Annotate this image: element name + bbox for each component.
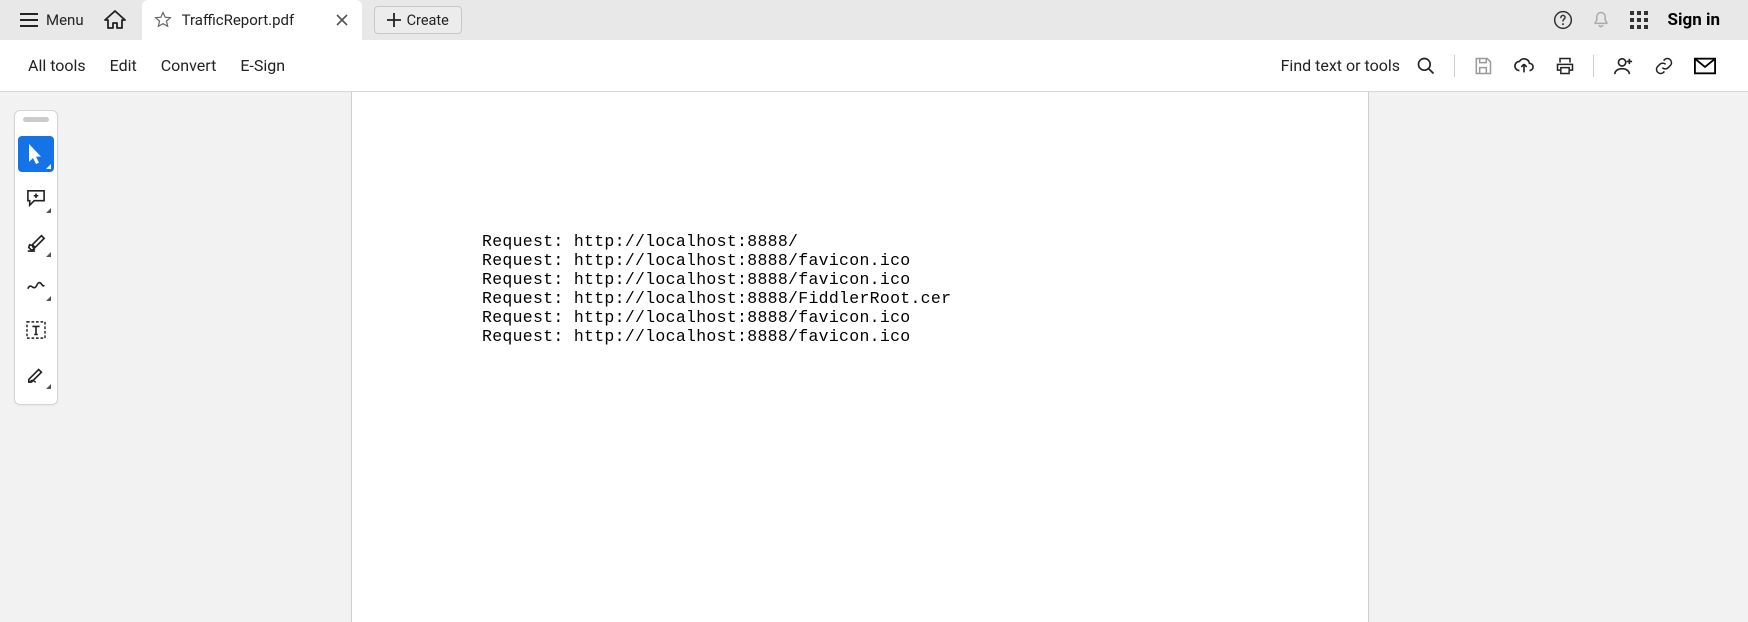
toolbar-esign[interactable]: E-Sign	[228, 48, 297, 83]
apps-button[interactable]	[1620, 4, 1658, 36]
save-button[interactable]	[1463, 50, 1503, 82]
create-label: Create	[407, 12, 449, 29]
toolbar-edit[interactable]: Edit	[98, 48, 149, 83]
cursor-icon	[27, 143, 45, 165]
add-people-button[interactable]	[1602, 50, 1644, 82]
tab-close-button[interactable]	[332, 10, 352, 30]
sign-tool[interactable]	[18, 356, 54, 392]
pdf-page: Request: http://localhost:8888/ Request:…	[352, 92, 1368, 622]
mail-icon	[1694, 57, 1716, 75]
textbox-tool[interactable]	[18, 312, 54, 348]
highlighter-icon	[26, 232, 46, 252]
cloud-upload-icon	[1513, 56, 1535, 76]
home-button[interactable]	[98, 4, 132, 36]
separator	[1454, 55, 1455, 77]
hamburger-icon	[20, 13, 38, 27]
email-button[interactable]	[1684, 51, 1726, 81]
menu-label: Menu	[46, 11, 84, 29]
quick-tools-panel	[14, 110, 58, 405]
plus-icon	[387, 13, 401, 27]
star-icon	[154, 11, 172, 29]
notifications-button[interactable]	[1582, 4, 1620, 36]
help-icon	[1553, 10, 1573, 30]
apps-grid-icon	[1629, 10, 1649, 30]
save-icon	[1473, 56, 1493, 76]
create-button[interactable]: Create	[374, 6, 462, 34]
comment-tool[interactable]	[18, 180, 54, 216]
print-icon	[1555, 56, 1575, 76]
link-icon	[1654, 56, 1674, 76]
bell-icon	[1591, 10, 1611, 30]
panel-drag-handle[interactable]	[23, 117, 49, 122]
find-label: Find text or tools	[1281, 56, 1400, 75]
comment-plus-icon	[26, 189, 46, 207]
separator	[1593, 55, 1594, 77]
help-button[interactable]	[1544, 4, 1582, 36]
link-button[interactable]	[1644, 50, 1684, 82]
toolbar-all-tools[interactable]: All tools	[16, 48, 98, 83]
document-tab[interactable]: TrafficReport.pdf	[142, 0, 362, 40]
right-gutter	[1368, 92, 1748, 622]
person-plus-icon	[1612, 56, 1634, 76]
document-text: Request: http://localhost:8888/ Request:…	[482, 232, 1368, 346]
search-icon	[1416, 56, 1436, 76]
tab-title: TrafficReport.pdf	[182, 11, 322, 29]
window-topbar: Menu TrafficReport.pdf Create Sign in	[0, 0, 1748, 40]
print-button[interactable]	[1545, 50, 1585, 82]
select-tool[interactable]	[18, 136, 54, 172]
highlight-tool[interactable]	[18, 224, 54, 260]
find-button[interactable]	[1406, 50, 1446, 82]
signature-icon	[26, 365, 46, 383]
toolbar-convert[interactable]: Convert	[149, 48, 229, 83]
signin-button[interactable]: Sign in	[1658, 4, 1734, 36]
left-gutter	[0, 92, 352, 622]
freehand-icon	[26, 277, 46, 295]
document-viewport[interactable]: Request: http://localhost:8888/ Request:…	[352, 92, 1748, 622]
menu-button[interactable]: Menu	[10, 5, 94, 35]
main-toolbar: All tools Edit Convert E-Sign Find text …	[0, 40, 1748, 92]
draw-tool[interactable]	[18, 268, 54, 304]
cloud-upload-button[interactable]	[1503, 50, 1545, 82]
close-icon	[336, 14, 348, 26]
body-area: Request: http://localhost:8888/ Request:…	[0, 92, 1748, 622]
textbox-icon	[26, 321, 46, 339]
home-icon	[104, 10, 126, 30]
